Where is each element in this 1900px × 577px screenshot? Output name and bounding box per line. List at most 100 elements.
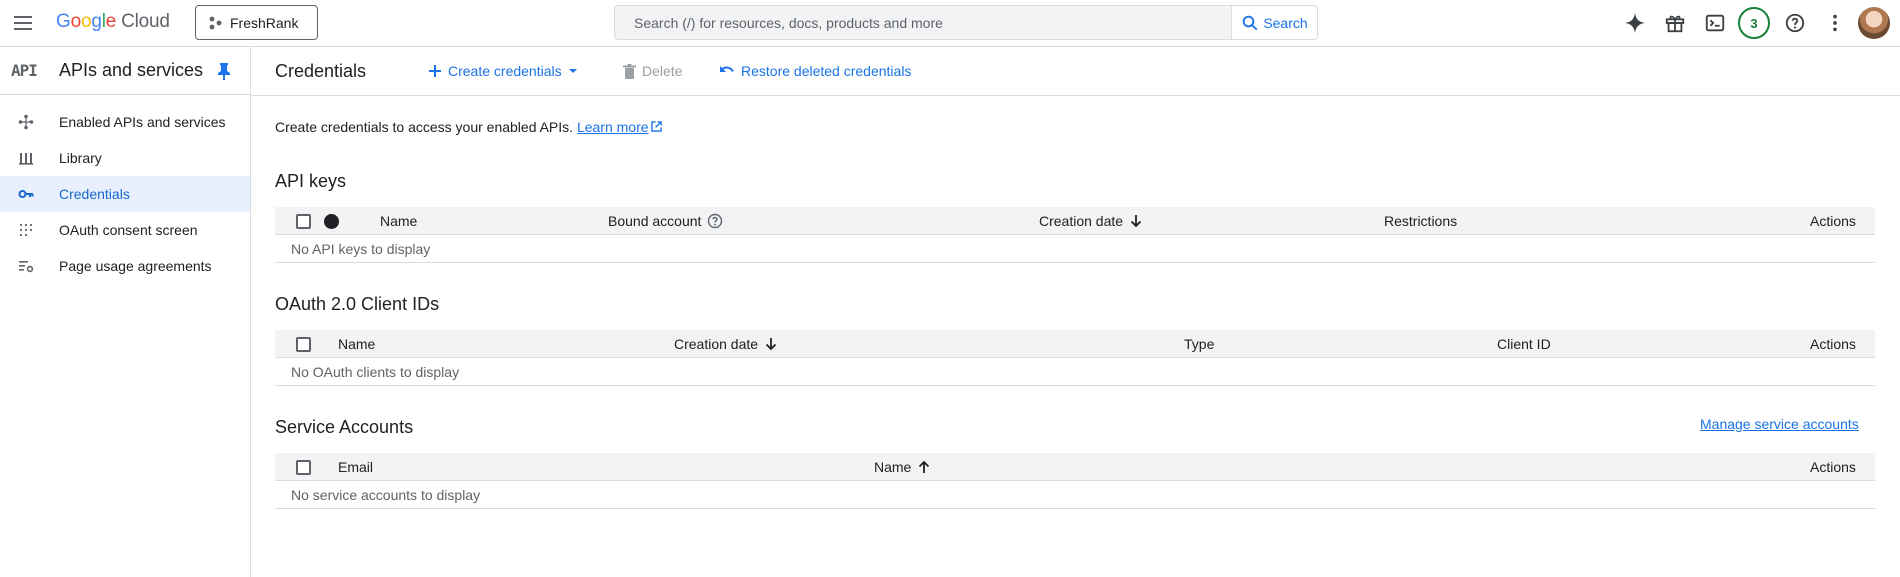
status-icon [324,214,339,229]
project-picker-button[interactable]: FreshRank [195,5,318,40]
help-icon[interactable] [1780,8,1810,38]
sidebar-item-label: Page usage agreements [59,258,212,274]
sidebar-item-credentials[interactable]: Credentials [0,176,250,212]
sidebar-item-oauth-consent[interactable]: OAuth consent screen [0,212,250,248]
sidebar-nav: Enabled APIs and services Library Creden… [0,104,250,284]
column-label: Name [874,459,912,475]
search-icon [1243,15,1258,30]
select-all-checkbox[interactable] [296,460,311,475]
create-credentials-label: Create credentials [448,63,562,79]
google-cloud-logo[interactable]: Google Cloud [56,11,170,33]
column-header-actions: Actions [1810,336,1856,352]
external-link-icon [650,121,662,132]
top-bar: Google Cloud FreshRank Search 3 [0,0,1900,47]
api-keys-table: Name Bound account Creation date Restric… [275,207,1875,263]
column-header-type[interactable]: Type [1184,336,1214,352]
table-header: Name Creation date Type Client ID Action… [275,330,1875,358]
restore-deleted-credentials-button[interactable]: Restore deleted credentials [719,59,911,83]
restore-label: Restore deleted credentials [741,63,912,79]
consent-icon [18,222,34,238]
column-header-name[interactable]: Name [380,213,417,229]
avatar[interactable] [1858,7,1890,39]
column-header-client-id[interactable]: Client ID [1497,336,1551,352]
column-label: Name [338,336,376,352]
api-icon: API [11,61,38,80]
manage-service-accounts-link[interactable]: Manage service accounts [1700,416,1859,432]
column-label: Client ID [1497,336,1551,352]
empty-state: No OAuth clients to display [275,358,1875,386]
empty-state: No service accounts to display [275,481,1875,509]
service-accounts-title: Service Accounts [275,417,414,437]
menu-icon[interactable] [10,10,36,36]
column-header-restrictions[interactable]: Restrictions [1384,213,1457,229]
select-all-checkbox[interactable] [296,337,311,352]
logo-letter: e [105,11,117,32]
sidebar-item-label: OAuth consent screen [59,222,198,238]
logo-letter: o [70,11,82,32]
select-all-checkbox[interactable] [296,214,311,229]
action-bar: Credentials Create credentials Delete Re… [251,47,1900,96]
column-label: Type [1184,336,1215,352]
key-icon [18,186,34,202]
add-icon [429,65,441,77]
column-label: Actions [1810,213,1856,229]
help-icon[interactable] [707,213,723,229]
sidebar-item-page-usage[interactable]: Page usage agreements [0,248,250,284]
arrow-up-icon [919,460,930,473]
pin-icon[interactable] [216,62,232,83]
column-header-actions: Actions [1810,213,1856,229]
gemini-icon[interactable] [1620,8,1650,38]
column-header-email[interactable]: Email [338,459,373,475]
column-label: Actions [1810,336,1856,352]
service-accounts-table: Email Name Actions No service accounts t… [275,453,1875,509]
settings-list-icon [18,258,34,274]
project-name: FreshRank [230,14,299,31]
intro-text: Create credentials to access your enable… [275,119,662,135]
arrow-down-icon [1130,215,1142,228]
sidebar-item-label: Enabled APIs and services [59,114,226,130]
dropdown-arrow-icon [568,69,577,73]
sidebar-item-enabled-apis[interactable]: Enabled APIs and services [0,104,250,140]
api-keys-title: API keys [275,171,347,191]
sidebar-item-label: Library [59,150,102,166]
search-button[interactable]: Search [1231,5,1318,40]
table-header: Name Bound account Creation date Restric… [275,207,1875,235]
column-header-creation-date[interactable]: Creation date [1039,213,1143,229]
more-vert-icon[interactable] [1820,8,1850,38]
logo-letter: G [56,11,71,32]
column-header-bound-account[interactable]: Bound account [608,213,723,229]
intro-description: Create credentials to access your enable… [275,119,574,135]
learn-more-label: Learn more [576,119,649,135]
search-button-label: Search [1263,14,1308,31]
undo-icon [720,66,734,73]
sidebar-item-label: Credentials [59,186,130,202]
empty-state: No API keys to display [275,235,1875,263]
search-input[interactable] [615,6,1231,39]
delete-button[interactable]: Delete [623,59,682,83]
column-header-creation-date[interactable]: Creation date [674,336,778,352]
oauth-clients-title: OAuth 2.0 Client IDs [275,294,440,314]
learn-more-link[interactable]: Learn more [577,119,662,135]
trash-icon [623,63,636,79]
column-header-name[interactable]: Name [874,459,931,475]
search-box [614,5,1231,40]
table-header: Email Name Actions [275,453,1875,481]
hub-icon [18,114,34,130]
cloud-shell-icon[interactable] [1700,8,1730,38]
create-credentials-button[interactable]: Create credentials [428,59,578,83]
column-header-name[interactable]: Name [338,336,375,352]
sidebar-item-library[interactable]: Library [0,140,250,176]
gift-icon[interactable] [1660,8,1690,38]
main-content: Credentials Create credentials Delete Re… [251,47,1900,577]
column-label: Name [380,213,418,229]
column-label: Creation date [1039,213,1124,229]
column-label: Restrictions [1384,213,1458,229]
sidebar-header: API APIs and services [0,47,250,95]
column-label: Actions [1810,459,1856,475]
notifications-badge[interactable]: 3 [1738,7,1770,39]
logo-cloud-text: Cloud [121,11,170,32]
logo-letter: g [91,11,102,32]
delete-label: Delete [642,63,683,79]
oauth-clients-table: Name Creation date Type Client ID Action… [275,330,1875,386]
arrow-down-icon [765,338,777,351]
